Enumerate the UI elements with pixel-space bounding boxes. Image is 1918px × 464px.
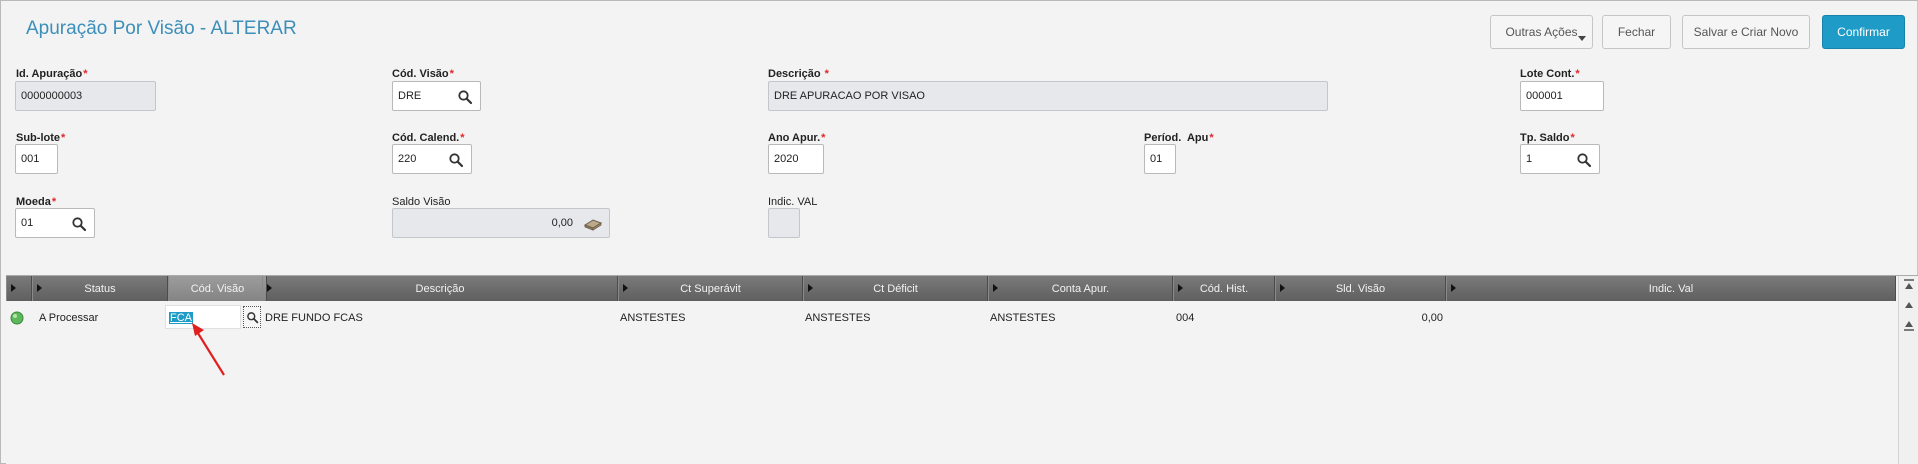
cod-visao-value: DRE [398,90,422,102]
expand-arrow-icon [993,284,998,292]
salvar-criar-novo-button[interactable]: Salvar e Criar Novo [1682,15,1810,49]
ano-apur-field[interactable]: 2020 [768,144,824,174]
cod-calend-value: 220 [398,153,417,165]
column-header-conta-apur[interactable]: Conta Apur. [988,276,1173,301]
tp-saldo-value: 1 [1526,153,1533,165]
column-header-ct-deficit[interactable]: Ct Déficit [803,276,988,301]
column-header-cod-hist[interactable]: Cód. Hist. [1173,276,1275,301]
confirmar-button[interactable]: Confirmar [1822,15,1905,49]
column-header-descricao[interactable]: Descrição [262,276,618,301]
fechar-button[interactable]: Fechar [1602,15,1671,49]
moeda-value: 01 [21,217,34,229]
id-apuracao-field[interactable]: 0000000003 [15,81,156,111]
expand-arrow-icon [37,284,42,292]
cod-visao-field[interactable]: DRE [392,81,481,111]
expand-arrow-icon [1178,284,1183,292]
outras-acoes-button[interactable]: Outras Ações [1490,15,1593,49]
cell-sld-visao: 0,00 [1421,312,1443,324]
search-icon[interactable] [457,89,473,105]
column-header-indic-val[interactable]: Indic. Val [1446,276,1896,301]
outras-acoes-label: Outras Ações [1505,25,1578,39]
cod-calend-label: Cód. Calend.* [392,132,465,144]
saldo-visao-value: 0,00 [551,217,573,229]
grid-vertical-scrollbar[interactable] [1898,276,1918,464]
cell-cod-hist: 004 [1176,312,1195,324]
cell-conta-apur: ANSTESTES [990,312,1056,324]
search-icon [247,312,259,324]
status-led-icon [10,311,24,325]
page-title: Apuração Por Visão - ALTERAR [26,18,297,39]
tp-saldo-label: Tp. Saldo* [1520,132,1575,144]
cod-visao-search-button[interactable] [243,306,261,328]
scroll-page-up-icon[interactable] [1903,318,1915,332]
saldo-visao-label: Saldo Visão [392,196,451,208]
descricao-field[interactable]: DRE APURACAO POR VISAO [768,81,1328,111]
lote-cont-field[interactable]: 000001 [1520,81,1604,111]
scroll-up-icon[interactable] [1903,298,1915,312]
cell-ct-deficit: ANSTESTES [805,312,871,324]
moeda-label: Moeda* [16,196,57,208]
column-header-sld-visao[interactable]: Sld. Visão [1275,276,1446,301]
tp-saldo-field[interactable]: 1 [1520,144,1600,174]
column-header-cod-visao[interactable]: Cód. Visão [168,276,267,301]
period-apu-field[interactable]: 01 [1144,144,1176,174]
indic-val-label: Indic. VAL [768,196,818,208]
expand-arrow-icon [267,284,272,292]
column-header-status[interactable]: Status [32,276,168,301]
search-icon[interactable] [71,216,87,232]
grid-header: Status Cód. Visão Descrição Ct Superávit… [6,276,1896,301]
sub-lote-label: Sub-lote* [16,132,66,144]
expand-arrow-icon [1280,284,1285,292]
dropdown-caret-icon [1578,36,1586,41]
cell-descricao: DRE FUNDO FCAS [265,312,363,324]
sub-lote-field[interactable]: 001 [15,144,58,174]
scroll-top-icon[interactable] [1903,278,1915,292]
calculator-icon[interactable] [583,217,603,231]
expand-arrow-icon [11,284,16,292]
ano-apur-label: Ano Apur.* [768,132,826,144]
descricao-label: Descrição * [768,68,829,80]
indic-val-field[interactable] [768,208,800,238]
id-apuracao-label: Id. Apuração* [16,68,88,80]
search-icon[interactable] [1576,152,1592,168]
saldo-visao-field[interactable]: 0,00 [392,208,610,238]
data-grid: Status Cód. Visão Descrição Ct Superávit… [6,275,1918,464]
cod-calend-field[interactable]: 220 [392,144,472,174]
period-apu-label: Períod. Apu* [1144,132,1214,144]
expand-arrow-icon [808,284,813,292]
moeda-field[interactable]: 01 [15,208,95,238]
expand-arrow-icon [623,284,628,292]
annotation-arrow-icon [192,323,225,376]
cell-status: A Processar [39,312,99,324]
search-icon[interactable] [448,152,464,168]
grid-row-selector-header[interactable] [6,276,32,301]
expand-arrow-icon [1451,284,1456,292]
column-header-ct-superavit[interactable]: Ct Superávit [618,276,803,301]
cod-visao-label: Cód. Visão* [392,68,454,80]
cell-ct-superavit: ANSTESTES [620,312,686,324]
lote-cont-label: Lote Cont.* [1520,68,1580,80]
